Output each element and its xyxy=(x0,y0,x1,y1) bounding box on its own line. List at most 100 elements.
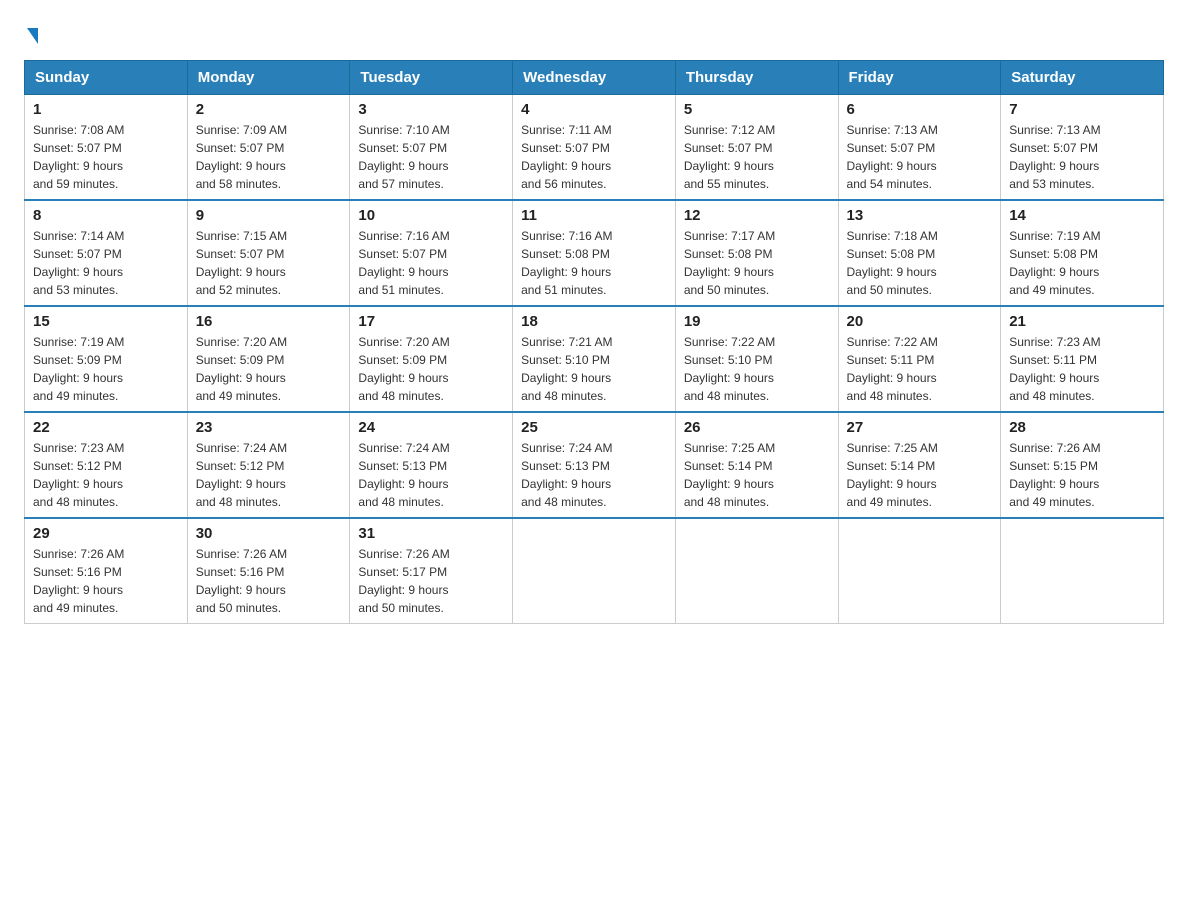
calendar-cell xyxy=(1001,518,1164,624)
day-number: 16 xyxy=(196,313,342,330)
day-info: Sunrise: 7:25 AMSunset: 5:14 PMDaylight:… xyxy=(684,441,775,509)
calendar-cell: 16 Sunrise: 7:20 AMSunset: 5:09 PMDayligh… xyxy=(187,306,350,412)
week-row-3: 15 Sunrise: 7:19 AMSunset: 5:09 PMDayligh… xyxy=(25,306,1164,412)
logo xyxy=(24,24,38,44)
day-number: 28 xyxy=(1009,419,1155,436)
calendar-cell: 30 Sunrise: 7:26 AMSunset: 5:16 PMDayligh… xyxy=(187,518,350,624)
week-row-2: 8 Sunrise: 7:14 AMSunset: 5:07 PMDaylight… xyxy=(25,200,1164,306)
day-number: 18 xyxy=(521,313,667,330)
weekday-header-wednesday: Wednesday xyxy=(513,61,676,95)
day-number: 19 xyxy=(684,313,830,330)
day-info: Sunrise: 7:24 AMSunset: 5:13 PMDaylight:… xyxy=(358,441,449,509)
week-row-1: 1 Sunrise: 7:08 AMSunset: 5:07 PMDaylight… xyxy=(25,95,1164,201)
day-number: 21 xyxy=(1009,313,1155,330)
weekday-header-sunday: Sunday xyxy=(25,61,188,95)
day-number: 7 xyxy=(1009,101,1155,118)
calendar-cell: 10 Sunrise: 7:16 AMSunset: 5:07 PMDayligh… xyxy=(350,200,513,306)
day-number: 11 xyxy=(521,207,667,224)
calendar-cell: 7 Sunrise: 7:13 AMSunset: 5:07 PMDaylight… xyxy=(1001,95,1164,201)
day-number: 12 xyxy=(684,207,830,224)
calendar-cell: 22 Sunrise: 7:23 AMSunset: 5:12 PMDayligh… xyxy=(25,412,188,518)
calendar-cell: 27Sunrise: 7:25 AMSunset: 5:14 PMDayligh… xyxy=(838,412,1001,518)
calendar-cell: 19Sunrise: 7:22 AMSunset: 5:10 PMDayligh… xyxy=(675,306,838,412)
day-number: 31 xyxy=(358,525,504,542)
day-info: Sunrise: 7:20 AMSunset: 5:09 PMDaylight:… xyxy=(196,335,287,403)
day-number: 14 xyxy=(1009,207,1155,224)
day-number: 5 xyxy=(684,101,830,118)
day-info: Sunrise: 7:22 AMSunset: 5:11 PMDaylight:… xyxy=(847,335,938,403)
day-info: Sunrise: 7:13 AMSunset: 5:07 PMDaylight:… xyxy=(1009,123,1100,191)
weekday-header-thursday: Thursday xyxy=(675,61,838,95)
day-number: 6 xyxy=(847,101,993,118)
day-info: Sunrise: 7:17 AMSunset: 5:08 PMDaylight:… xyxy=(684,229,775,297)
day-info: Sunrise: 7:12 AMSunset: 5:07 PMDaylight:… xyxy=(684,123,775,191)
day-number: 1 xyxy=(33,101,179,118)
calendar-cell: 28 Sunrise: 7:26 AMSunset: 5:15 PMDayligh… xyxy=(1001,412,1164,518)
day-number: 9 xyxy=(196,207,342,224)
day-number: 15 xyxy=(33,313,179,330)
calendar-cell: 15 Sunrise: 7:19 AMSunset: 5:09 PMDayligh… xyxy=(25,306,188,412)
calendar-cell: 12 Sunrise: 7:17 AMSunset: 5:08 PMDayligh… xyxy=(675,200,838,306)
calendar-cell: 9 Sunrise: 7:15 AMSunset: 5:07 PMDaylight… xyxy=(187,200,350,306)
day-info: Sunrise: 7:24 AMSunset: 5:12 PMDaylight:… xyxy=(196,441,287,509)
day-number: 8 xyxy=(33,207,179,224)
day-info: Sunrise: 7:23 AMSunset: 5:11 PMDaylight:… xyxy=(1009,335,1100,403)
calendar-cell: 17Sunrise: 7:20 AMSunset: 5:09 PMDayligh… xyxy=(350,306,513,412)
day-number: 20 xyxy=(847,313,993,330)
day-info: Sunrise: 7:08 AMSunset: 5:07 PMDaylight:… xyxy=(33,123,124,191)
day-number: 30 xyxy=(196,525,342,542)
week-row-4: 22 Sunrise: 7:23 AMSunset: 5:12 PMDayligh… xyxy=(25,412,1164,518)
calendar-cell: 5 Sunrise: 7:12 AMSunset: 5:07 PMDaylight… xyxy=(675,95,838,201)
calendar-cell: 2 Sunrise: 7:09 AMSunset: 5:07 PMDaylight… xyxy=(187,95,350,201)
day-info: Sunrise: 7:23 AMSunset: 5:12 PMDaylight:… xyxy=(33,441,124,509)
day-number: 26 xyxy=(684,419,830,436)
calendar-cell xyxy=(838,518,1001,624)
calendar-cell: 3 Sunrise: 7:10 AMSunset: 5:07 PMDaylight… xyxy=(350,95,513,201)
day-info: Sunrise: 7:26 AMSunset: 5:16 PMDaylight:… xyxy=(33,547,124,615)
day-info: Sunrise: 7:19 AMSunset: 5:08 PMDaylight:… xyxy=(1009,229,1100,297)
calendar-cell xyxy=(513,518,676,624)
day-number: 23 xyxy=(196,419,342,436)
weekday-header-monday: Monday xyxy=(187,61,350,95)
day-info: Sunrise: 7:14 AMSunset: 5:07 PMDaylight:… xyxy=(33,229,124,297)
day-number: 3 xyxy=(358,101,504,118)
calendar-cell: 6 Sunrise: 7:13 AMSunset: 5:07 PMDaylight… xyxy=(838,95,1001,201)
calendar-cell: 13Sunrise: 7:18 AMSunset: 5:08 PMDayligh… xyxy=(838,200,1001,306)
calendar-cell: 23 Sunrise: 7:24 AMSunset: 5:12 PMDayligh… xyxy=(187,412,350,518)
week-row-5: 29Sunrise: 7:26 AMSunset: 5:16 PMDayligh… xyxy=(25,518,1164,624)
day-number: 4 xyxy=(521,101,667,118)
calendar-cell: 11 Sunrise: 7:16 AMSunset: 5:08 PMDayligh… xyxy=(513,200,676,306)
day-number: 17 xyxy=(358,313,504,330)
calendar-cell: 21 Sunrise: 7:23 AMSunset: 5:11 PMDayligh… xyxy=(1001,306,1164,412)
day-info: Sunrise: 7:15 AMSunset: 5:07 PMDaylight:… xyxy=(196,229,287,297)
day-number: 2 xyxy=(196,101,342,118)
day-info: Sunrise: 7:24 AMSunset: 5:13 PMDaylight:… xyxy=(521,441,612,509)
day-info: Sunrise: 7:09 AMSunset: 5:07 PMDaylight:… xyxy=(196,123,287,191)
calendar-cell: 26 Sunrise: 7:25 AMSunset: 5:14 PMDayligh… xyxy=(675,412,838,518)
day-info: Sunrise: 7:10 AMSunset: 5:07 PMDaylight:… xyxy=(358,123,449,191)
day-info: Sunrise: 7:11 AMSunset: 5:07 PMDaylight:… xyxy=(521,123,612,191)
day-info: Sunrise: 7:16 AMSunset: 5:07 PMDaylight:… xyxy=(358,229,449,297)
day-info: Sunrise: 7:21 AMSunset: 5:10 PMDaylight:… xyxy=(521,335,612,403)
day-info: Sunrise: 7:25 AMSunset: 5:14 PMDaylight:… xyxy=(847,441,938,509)
day-number: 24 xyxy=(358,419,504,436)
calendar-cell: 8 Sunrise: 7:14 AMSunset: 5:07 PMDaylight… xyxy=(25,200,188,306)
day-number: 13 xyxy=(847,207,993,224)
weekday-header-tuesday: Tuesday xyxy=(350,61,513,95)
calendar-cell: 25 Sunrise: 7:24 AMSunset: 5:13 PMDayligh… xyxy=(513,412,676,518)
weekday-header-friday: Friday xyxy=(838,61,1001,95)
day-info: Sunrise: 7:19 AMSunset: 5:09 PMDaylight:… xyxy=(33,335,124,403)
day-info: Sunrise: 7:16 AMSunset: 5:08 PMDaylight:… xyxy=(521,229,612,297)
page-header xyxy=(24,24,1164,44)
calendar-cell: 1 Sunrise: 7:08 AMSunset: 5:07 PMDaylight… xyxy=(25,95,188,201)
day-number: 10 xyxy=(358,207,504,224)
calendar-cell: 29Sunrise: 7:26 AMSunset: 5:16 PMDayligh… xyxy=(25,518,188,624)
calendar-table: SundayMondayTuesdayWednesdayThursdayFrid… xyxy=(24,60,1164,624)
day-info: Sunrise: 7:26 AMSunset: 5:16 PMDaylight:… xyxy=(196,547,287,615)
day-number: 25 xyxy=(521,419,667,436)
calendar-cell: 4 Sunrise: 7:11 AMSunset: 5:07 PMDaylight… xyxy=(513,95,676,201)
calendar-cell: 24 Sunrise: 7:24 AMSunset: 5:13 PMDayligh… xyxy=(350,412,513,518)
day-number: 22 xyxy=(33,419,179,436)
day-info: Sunrise: 7:26 AMSunset: 5:15 PMDaylight:… xyxy=(1009,441,1100,509)
day-info: Sunrise: 7:13 AMSunset: 5:07 PMDaylight:… xyxy=(847,123,938,191)
